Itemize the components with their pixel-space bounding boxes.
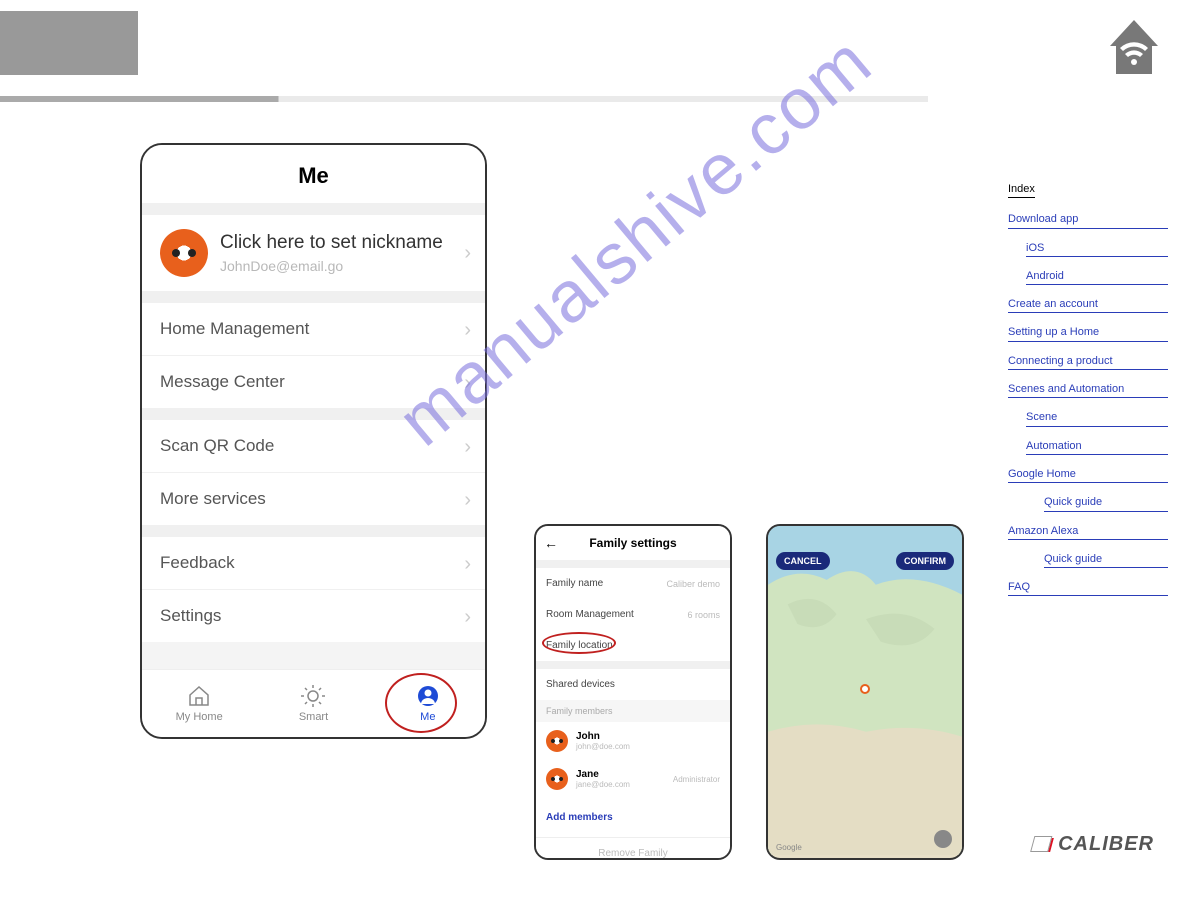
row-value: 6 rooms <box>687 610 720 620</box>
chevron-right-icon: › <box>464 319 471 342</box>
row-label: Room Management <box>546 609 634 620</box>
toc-link[interactable]: Google Home <box>1008 467 1168 483</box>
tab-home[interactable]: My Home <box>142 670 256 737</box>
chevron-right-icon: › <box>464 372 471 395</box>
row-label: Family location <box>546 640 613 651</box>
avatar-icon <box>160 229 208 277</box>
toc-link[interactable]: Amazon Alexa <box>1008 524 1168 540</box>
toc-link[interactable]: iOS <box>1026 241 1168 257</box>
row-value: Caliber demo <box>666 579 720 589</box>
member-email: jane@doe.com <box>576 780 630 789</box>
section-header: Family members <box>536 700 730 722</box>
row-settings[interactable]: Settings › <box>142 589 485 642</box>
person-icon <box>416 685 440 707</box>
row-home-management[interactable]: Home Management › <box>142 303 485 355</box>
wifi-house-icon <box>1110 20 1158 85</box>
member-role: Administrator <box>673 775 720 784</box>
toc-link[interactable]: Quick guide <box>1044 552 1168 568</box>
member-name: Jane <box>576 769 630 780</box>
tab-label: My Home <box>176 711 223 723</box>
page-title: Family settings <box>589 536 676 550</box>
profile-row[interactable]: Click here to set nickname JohnDoe@email… <box>142 215 485 291</box>
toc-heading: Index <box>1008 182 1035 198</box>
avatar-icon <box>546 768 568 790</box>
chevron-right-icon: › <box>464 436 471 459</box>
toc-link[interactable]: Automation <box>1026 439 1168 455</box>
chevron-right-icon: › <box>464 242 471 265</box>
table-of-contents: Index Download app iOS Android Create an ac… <box>1008 182 1168 608</box>
row-label: Shared devices <box>546 679 615 690</box>
row-label: Scan QR Code <box>160 436 274 455</box>
phone-map-screen: CANCEL CONFIRM Google <box>766 524 964 860</box>
toc-link[interactable]: Connecting a product <box>1008 354 1168 370</box>
header-tab-block <box>0 11 138 75</box>
tab-label: Smart <box>299 711 328 723</box>
member-name: John <box>576 731 630 742</box>
row-shared-devices[interactable]: Shared devices <box>536 669 730 700</box>
chevron-right-icon: › <box>464 553 471 576</box>
my-location-button[interactable] <box>934 830 952 848</box>
remove-family-button[interactable]: Remove Family <box>536 837 730 860</box>
row-scan-qr[interactable]: Scan QR Code › <box>142 420 485 472</box>
header-divider <box>0 96 928 102</box>
home-icon <box>187 685 211 707</box>
row-label: Feedback <box>160 553 235 572</box>
header: ← Family settings <box>536 526 730 560</box>
row-label: Message Center <box>160 372 285 391</box>
toc-link[interactable]: Create an account <box>1008 297 1168 313</box>
phone-me-screen: Me Click here to set nickname JohnDoe@em… <box>140 143 487 739</box>
row-more-services[interactable]: More services › <box>142 472 485 525</box>
sun-icon <box>301 685 325 707</box>
phone-family-settings: ← Family settings Family name Caliber dem… <box>534 524 732 860</box>
row-label: Settings <box>160 606 221 625</box>
row-room-management[interactable]: Room Management 6 rooms <box>536 599 730 630</box>
row-label: Home Management <box>160 319 309 338</box>
add-members-button[interactable]: Add members <box>536 798 730 837</box>
toc-link[interactable]: Setting up a Home <box>1008 325 1168 341</box>
location-pin-icon <box>860 684 870 694</box>
row-message-center[interactable]: Message Center › <box>142 355 485 408</box>
map-attribution: Google <box>776 843 802 852</box>
member-row[interactable]: Johnjohn@doe.com <box>536 722 730 760</box>
brand-text: CALIBER <box>1058 833 1154 856</box>
chevron-right-icon: › <box>464 489 471 512</box>
confirm-button[interactable]: CONFIRM <box>896 552 954 570</box>
member-email: john@doe.com <box>576 742 630 751</box>
tab-label: Me <box>420 711 435 723</box>
toc-link[interactable]: FAQ <box>1008 580 1168 596</box>
page-title: Me <box>142 145 485 203</box>
nickname-prompt: Click here to set nickname <box>220 232 443 254</box>
member-row[interactable]: Janejane@doe.com Administrator <box>536 760 730 798</box>
row-family-location[interactable]: Family location <box>536 630 730 661</box>
row-feedback[interactable]: Feedback › <box>142 537 485 589</box>
toc-link[interactable]: Quick guide <box>1044 495 1168 511</box>
toc-link[interactable]: Download app <box>1008 212 1168 228</box>
brand-logo: CALIBER <box>1036 833 1154 856</box>
row-family-name[interactable]: Family name Caliber demo <box>536 568 730 599</box>
cancel-button[interactable]: CANCEL <box>776 552 830 570</box>
tab-me[interactable]: Me <box>371 670 485 737</box>
row-label: More services <box>160 489 266 508</box>
toc-link[interactable]: Scenes and Automation <box>1008 382 1168 398</box>
avatar-icon <box>546 730 568 752</box>
toc-link[interactable]: Scene <box>1026 410 1168 426</box>
toc-link[interactable]: Android <box>1026 269 1168 285</box>
bottom-tab-bar: My Home Smart Me <box>142 669 485 737</box>
tab-smart[interactable]: Smart <box>256 670 370 737</box>
brand-mark-icon <box>1034 838 1054 852</box>
user-email: JohnDoe@email.go <box>220 258 443 274</box>
back-arrow-icon[interactable]: ← <box>544 535 558 551</box>
row-label: Family name <box>546 578 603 589</box>
chevron-right-icon: › <box>464 606 471 629</box>
